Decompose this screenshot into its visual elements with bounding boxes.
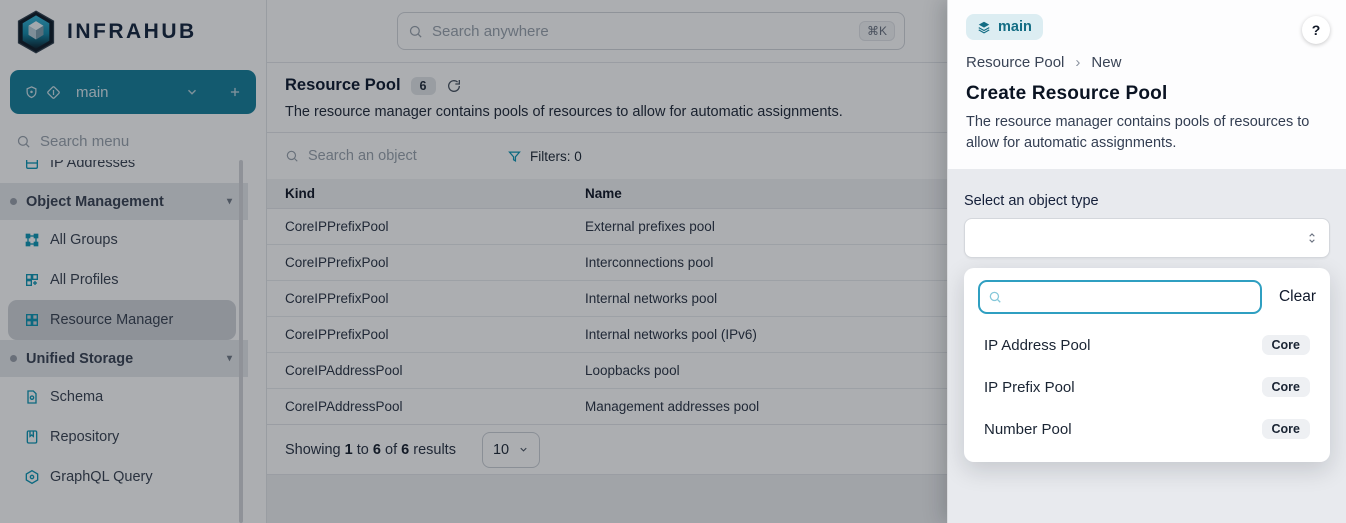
object-type-dropdown: Clear IP Address Pool Core IP Prefix Pool C… — [964, 268, 1330, 462]
chevron-right-icon: › — [1075, 54, 1080, 71]
help-button[interactable]: ? — [1302, 16, 1330, 44]
drawer-header: main ? Resource Pool › New Create Resour… — [948, 0, 1346, 169]
breadcrumb: Resource Pool › New — [966, 54, 1328, 71]
option-label: IP Prefix Pool — [984, 379, 1075, 396]
drawer-description: The resource manager contains pools of r… — [966, 112, 1328, 153]
create-drawer: main ? Resource Pool › New Create Resour… — [947, 0, 1346, 523]
branch-badge-label: main — [998, 19, 1032, 35]
option-ip-prefix-pool[interactable]: IP Prefix Pool Core — [978, 366, 1316, 408]
object-type-select[interactable] — [964, 218, 1330, 258]
drawer-body: Select an object type Clear IP Address P… — [948, 169, 1346, 523]
branch-badge[interactable]: main — [966, 14, 1043, 40]
search-icon — [988, 290, 1002, 304]
chevron-up-down-icon — [1305, 231, 1319, 245]
object-type-label: Select an object type — [964, 193, 1330, 209]
core-badge: Core — [1262, 419, 1310, 439]
option-number-pool[interactable]: Number Pool Core — [978, 408, 1316, 450]
option-label: IP Address Pool — [984, 337, 1090, 354]
dropdown-search-input[interactable] — [978, 280, 1262, 314]
core-badge: Core — [1262, 377, 1310, 397]
layers-icon — [977, 20, 991, 34]
option-ip-address-pool[interactable]: IP Address Pool Core — [978, 324, 1316, 366]
breadcrumb-resource-pool[interactable]: Resource Pool — [966, 54, 1064, 71]
option-label: Number Pool — [984, 421, 1072, 438]
core-badge: Core — [1262, 335, 1310, 355]
dropdown-options: IP Address PoolCoreIP Prefix PoolCoreNum… — [978, 324, 1316, 450]
clear-button[interactable]: Clear — [1279, 288, 1316, 306]
drawer-title: Create Resource Pool — [966, 83, 1328, 105]
breadcrumb-new: New — [1091, 54, 1121, 71]
dropdown-search — [978, 280, 1262, 314]
